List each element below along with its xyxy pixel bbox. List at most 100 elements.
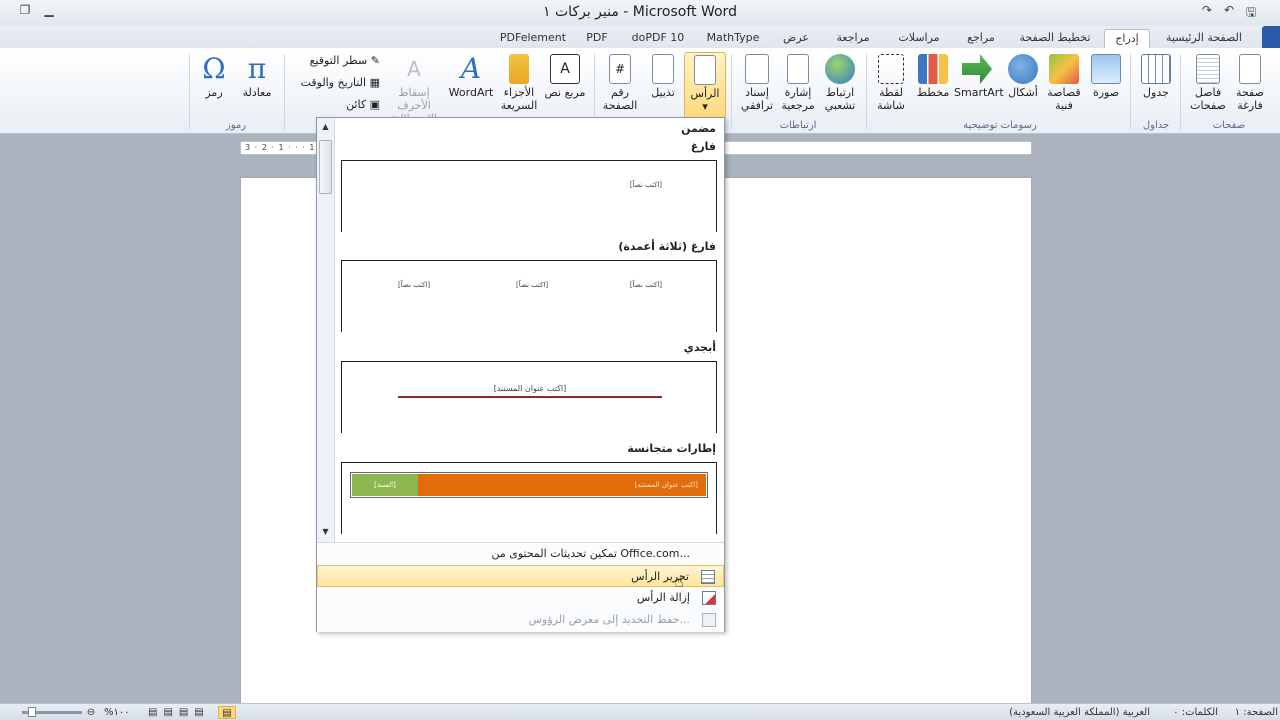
shapes-button[interactable]: أشكال — [1004, 52, 1042, 124]
zoom-level[interactable]: %١٠٠ — [104, 706, 138, 719]
word-count[interactable]: الكلمات: ٠ — [1168, 706, 1218, 719]
undo-icon[interactable]: ↶ — [1218, 3, 1240, 21]
bookmark-button[interactable]: إشارة مرجعية — [778, 52, 818, 124]
tab-insert[interactable]: إدراج — [1104, 29, 1150, 48]
equation-button[interactable]: π معادلة — [236, 52, 278, 124]
chart-icon — [918, 54, 948, 84]
blank-page-button[interactable]: صفحة فارغة — [1230, 52, 1270, 124]
gallery-item-blank-three-columns[interactable]: [اكتب نصاً] [اكتب نصاً] [اكتب نصاً] — [341, 260, 717, 332]
header-button[interactable]: الرأس ▾ — [684, 52, 726, 120]
page-number-button[interactable]: # رقم الصفحة — [598, 52, 642, 124]
tab-page-layout[interactable]: تخطيط الصفحة — [1012, 29, 1098, 48]
redo-icon[interactable]: ↷ — [1196, 3, 1218, 21]
picture-icon — [1091, 54, 1121, 84]
group-label-links: ارتباطات — [779, 120, 817, 131]
group-separator — [1180, 54, 1181, 130]
table-button[interactable]: جدول — [1136, 52, 1176, 124]
placeholder-text: [اكتب نصاً] — [629, 181, 662, 189]
tab-home[interactable]: الصفحة الرئيسية — [1156, 29, 1252, 48]
edit-header-item[interactable]: تحرير الرأس — [317, 565, 724, 587]
chart-button[interactable]: مخطط — [914, 52, 952, 124]
object-icon: ▣ — [369, 98, 380, 111]
mouse-cursor-icon: ☝ — [674, 572, 684, 591]
wordart-button[interactable]: A WordArt — [448, 52, 494, 124]
smartart-button[interactable]: SmartArt — [954, 52, 1004, 124]
language-status[interactable]: العربية (المملكة العربية السعودية) — [994, 706, 1150, 719]
page-number-icon: # — [609, 54, 631, 84]
title-bar: ❐ ▁ منير بركات ١ - Microsoft Word ↷ ↶ 🖫 — [0, 0, 1280, 26]
page-count[interactable]: الصفحة: ١ من ١ — [1228, 706, 1278, 719]
group-separator — [284, 54, 285, 130]
gallery-scrollbar[interactable]: ▲ ▼ — [317, 118, 335, 542]
symbol-button[interactable]: Ω رمز — [194, 52, 234, 124]
tab-mailings[interactable]: مراسلات — [888, 29, 950, 48]
date-time-button[interactable]: التاريخ والوقت ▦ — [290, 74, 380, 92]
omega-icon: Ω — [202, 52, 226, 85]
header-frame: [السنة] [اكتب عنوان المستند] — [350, 472, 708, 498]
tab-mathtype[interactable]: MathType — [700, 29, 766, 48]
save-to-header-gallery-item[interactable]: حفظ التحديد إلى معرض الرؤوس... — [317, 609, 724, 631]
drop-cap-button[interactable]: A إسقاط الأحرف الاستهلالية — [382, 52, 446, 125]
tab-view[interactable]: عرض — [774, 29, 818, 48]
print-layout-icon[interactable]: ▤ — [218, 706, 236, 719]
placeholder-text: [اكتب نصاً] — [398, 281, 431, 289]
footer-icon — [652, 54, 674, 84]
table-icon — [1141, 54, 1171, 84]
page-break-button[interactable]: فاصل صفحات — [1186, 52, 1230, 124]
gallery-item-label: فارغ (ثلاثة أعمدة) — [618, 240, 716, 253]
screenshot-button[interactable]: لقطة شاشة — [870, 52, 912, 124]
tab-references[interactable]: مراجع — [956, 29, 1006, 48]
quick-parts-button[interactable]: الأجزاء السريعة — [496, 52, 542, 124]
gallery-item-blank[interactable]: [اكتب نصاً] — [341, 160, 717, 232]
tab-review[interactable]: مراجعة — [826, 29, 880, 48]
text-box-icon: A — [550, 54, 580, 84]
blank-page-icon — [1239, 54, 1261, 84]
gallery-item-alphabet[interactable]: [اكتب عنوان المستند] — [341, 361, 717, 433]
scroll-up-icon[interactable]: ▲ — [319, 120, 332, 133]
object-button[interactable]: كائن ▣ — [290, 96, 380, 114]
tab-pdf[interactable]: PDF — [580, 29, 614, 48]
clip-art-button[interactable]: قصاصة فنية — [1044, 52, 1084, 124]
remove-header-item[interactable]: إزالة الرأس — [317, 587, 724, 609]
smartart-icon — [962, 54, 992, 84]
header-title-box: [اكتب عنوان المستند] — [418, 474, 706, 496]
group-label-illustrations: رسومات توضيحية — [963, 120, 1037, 131]
group-separator — [1130, 54, 1131, 130]
header-options-menu: تمكين تحديثات المحتوى من Office.com... ت… — [317, 542, 724, 632]
gallery-item-label: إطارات متجانسة — [627, 442, 716, 455]
text-box-button[interactable]: A مربع نص — [544, 52, 586, 124]
header-divider-line — [398, 396, 662, 398]
ribbon-tabs: PDFelement PDF doPDF 10 MathType عرض مرا… — [0, 26, 1280, 48]
status-bar: ⊖ %١٠٠ ▤▤▤▤ ▤ العربية (المملكة العربية ا… — [0, 703, 1280, 720]
group-label-pages: صفحات — [1212, 120, 1246, 131]
clip-art-icon — [1049, 54, 1079, 84]
header-icon — [694, 55, 716, 85]
header-gallery: ▲ ▼ مضمن فارغ [اكتب نصاً] فارغ (ثلاثة أع… — [316, 117, 725, 632]
edit-header-icon — [701, 570, 715, 584]
zoom-slider-thumb[interactable] — [28, 707, 36, 717]
gallery-item-austin[interactable]: [السنة] [اكتب عنوان المستند] — [341, 462, 717, 534]
tab-dopdf[interactable]: doPDF 10 — [620, 29, 696, 48]
hyperlink-button[interactable]: ارتباط تشعبي — [818, 52, 862, 124]
cross-reference-button[interactable]: إسناد ترافقي — [736, 52, 778, 124]
placeholder-text: [اكتب نصاً] — [516, 281, 549, 289]
picture-button[interactable]: صورة — [1088, 52, 1124, 124]
shapes-icon — [1008, 54, 1038, 84]
section-builtin-label: مضمن — [681, 122, 716, 135]
signature-line-button[interactable]: سطر التوقيع ✎ — [290, 52, 380, 70]
pi-icon: π — [247, 52, 267, 85]
zoom-out-icon[interactable]: ⊖ — [84, 706, 98, 719]
group-separator — [731, 54, 732, 130]
scroll-thumb[interactable] — [319, 140, 332, 194]
scroll-down-icon[interactable]: ▼ — [319, 525, 332, 538]
gallery-item-label: أبجدي — [683, 341, 716, 354]
enable-office-updates-item[interactable]: تمكين تحديثات المحتوى من Office.com... — [317, 543, 724, 565]
save-icon[interactable]: 🖫 — [1240, 3, 1262, 21]
save-selection-icon — [702, 613, 716, 627]
cross-reference-icon — [745, 54, 769, 84]
file-tab[interactable] — [1262, 26, 1280, 48]
signature-icon: ✎ — [370, 54, 380, 67]
group-separator — [189, 54, 190, 130]
footer-button[interactable]: تذييل — [644, 52, 682, 124]
tab-pdfelement[interactable]: PDFelement — [488, 29, 578, 48]
